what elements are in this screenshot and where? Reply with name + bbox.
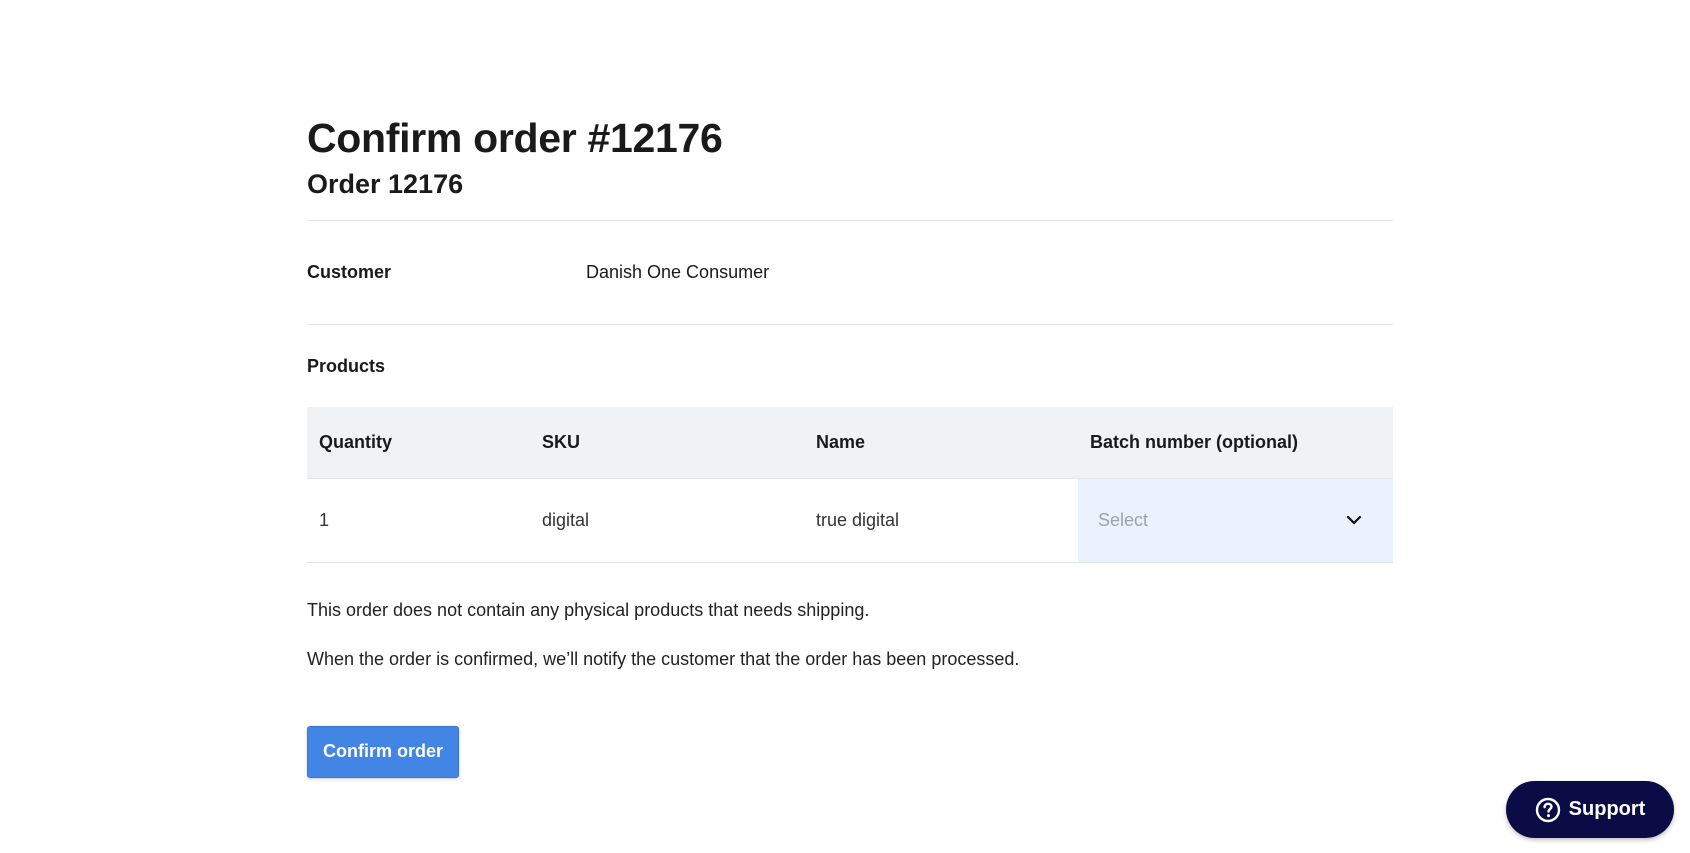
batch-number-placeholder: Select (1098, 509, 1149, 530)
cell-name: true digital (804, 478, 1078, 563)
customer-value: Danish One Consumer (586, 262, 770, 282)
customer-label: Customer (307, 262, 392, 282)
column-header-sku: SKU (530, 407, 804, 479)
notification-notice: When the order is confirmed, we’ll notif… (307, 648, 1020, 669)
divider (307, 324, 1393, 325)
products-table: Quantity SKU Name Batch number (optional… (307, 407, 1393, 563)
cell-sku: digital (530, 478, 804, 563)
customer-row: Customer Danish One Consumer (307, 221, 1393, 324)
page: Confirm order #12176 Order 12176 Custome… (0, 0, 1690, 853)
page-header: Confirm order #12176 Order 12176 (307, 108, 1393, 220)
shipping-notice: This order does not contain any physical… (307, 599, 870, 620)
support-label: Support (1568, 798, 1646, 820)
cell-batch-number: Select (1078, 478, 1393, 563)
table-header-row: Quantity SKU Name Batch number (optional… (307, 407, 1393, 479)
products-label: Products (307, 356, 386, 376)
support-button[interactable]: Support (1506, 781, 1674, 838)
column-header-batch-number: Batch number (optional) (1078, 407, 1393, 479)
table-row: 1 digital true digital Select (307, 478, 1393, 563)
column-header-quantity: Quantity (307, 407, 530, 479)
confirm-order-button[interactable]: Confirm order (307, 725, 460, 778)
batch-number-select[interactable]: Select (1078, 479, 1393, 562)
page-subtitle: Order 12176 (307, 169, 464, 199)
chevron-down-icon (1346, 515, 1362, 525)
page-title: Confirm order #12176 (307, 115, 723, 161)
column-header-name: Name (804, 407, 1078, 479)
cell-quantity: 1 (307, 478, 530, 563)
main-content: Confirm order #12176 Order 12176 Custome… (307, 108, 1393, 778)
help-circle-icon (1535, 797, 1560, 822)
